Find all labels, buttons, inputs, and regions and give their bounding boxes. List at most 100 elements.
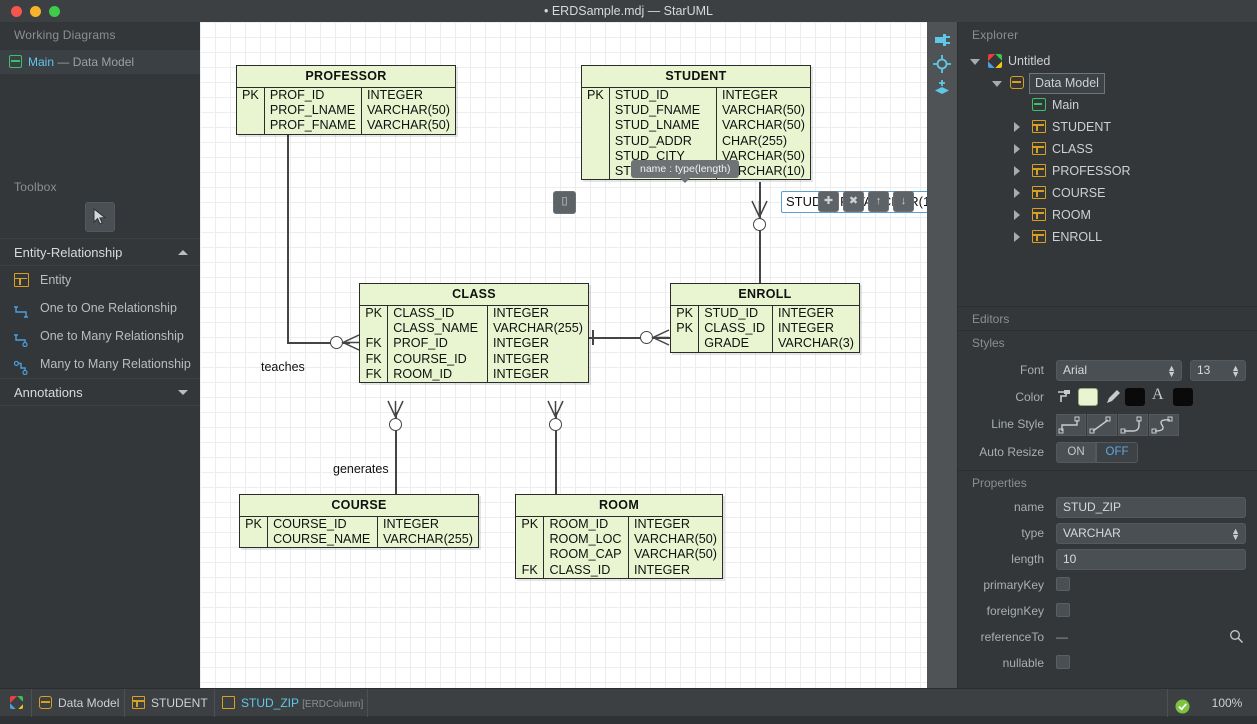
tool-entity[interactable]: Entity (0, 266, 200, 294)
property-foreignkey-checkbox[interactable] (1056, 603, 1070, 617)
twisty-collapsed-icon[interactable] (1014, 210, 1020, 220)
entity-column-row[interactable]: PKROOM_IDINTEGER (516, 517, 722, 532)
entity-column-row[interactable]: PKCOURSE_IDINTEGER (240, 517, 478, 532)
status-project-cell[interactable] (0, 689, 32, 717)
entity-column-row[interactable]: FKCOURSE_IDINTEGER (360, 352, 588, 367)
add-column-button[interactable]: ✚ (818, 191, 839, 212)
twisty-collapsed-icon[interactable] (1014, 166, 1020, 176)
column-name: CLASS_ID (388, 306, 488, 321)
explorer-node-professor[interactable]: PROFESSOR (958, 160, 1257, 182)
column-name: GRADE (699, 336, 773, 351)
entity-enroll[interactable]: ENROLLPKSTUD_IDINTEGERPKCLASS_IDINTEGERG… (670, 283, 860, 353)
explorer-node-untitled[interactable]: Untitled (958, 50, 1257, 72)
line-style-oblique-button[interactable] (1087, 414, 1117, 436)
working-diagram-item-main[interactable]: Main — Data Model (0, 50, 200, 74)
font-color-swatch[interactable] (1173, 388, 1193, 406)
column-kind-button[interactable]: ▯ (553, 191, 576, 214)
fill-color-swatch[interactable] (1078, 388, 1098, 406)
line-style-curve-button[interactable] (1149, 414, 1179, 436)
entity-column-row[interactable]: GRADEVARCHAR(3) (671, 336, 859, 351)
move-up-button[interactable]: ↑ (868, 191, 889, 212)
explorer-node-student[interactable]: STUDENT (958, 116, 1257, 138)
property-label: name (1014, 494, 1044, 520)
move-down-button[interactable]: ↓ (893, 191, 914, 212)
tool-many-to-many-relationship[interactable]: Many to Many Relationship (0, 350, 200, 378)
entity-column-row[interactable]: PKCLASS_IDINTEGER (360, 306, 588, 321)
explorer-node-main[interactable]: Main (958, 94, 1257, 116)
property-type-select[interactable]: VARCHAR▲▼ (1056, 523, 1246, 544)
twisty-collapsed-icon[interactable] (1014, 122, 1020, 132)
line-color-swatch[interactable] (1125, 388, 1145, 406)
cursor-icon[interactable] (85, 202, 115, 232)
column-key (360, 321, 388, 336)
entity-column-row[interactable]: FKPROF_IDINTEGER (360, 336, 588, 351)
toolbox-group-label: Annotations (14, 385, 83, 400)
explorer-node-enroll[interactable]: ENROLL (958, 226, 1257, 248)
entity-course[interactable]: COURSEPKCOURSE_IDINTEGERCOURSE_NAMEVARCH… (239, 494, 479, 548)
style-row-line-style: Line Style (958, 411, 1257, 437)
column-name: STUD_ADDR (609, 134, 716, 149)
line-style-rectilinear-button[interactable] (1056, 414, 1086, 436)
auto-resize-on-button[interactable]: ON (1056, 442, 1096, 463)
twisty-collapsed-icon[interactable] (1014, 232, 1020, 242)
font-family-select[interactable]: Arial ▲▼ (1056, 360, 1182, 381)
connector-professor-class[interactable] (287, 102, 289, 342)
status-zoom-level[interactable]: 100% (1197, 689, 1257, 717)
entity-column-row[interactable]: ROOM_CAPVARCHAR(50) (516, 547, 722, 562)
status-column-cell[interactable]: STUD_ZIP [ERDColumn] (215, 689, 368, 717)
entity-column-row[interactable]: PKCLASS_IDINTEGER (671, 321, 859, 336)
tool-label: Many to Many Relationship (40, 357, 191, 371)
status-datamodel-cell[interactable]: Data Model (32, 689, 125, 717)
datamodel-icon (1010, 76, 1024, 89)
toolbox-group-annotations[interactable]: Annotations (0, 378, 200, 406)
entity-column-row[interactable]: COURSE_NAMEVARCHAR(255) (240, 532, 478, 547)
entity-column-row[interactable]: PROF_LNAMEVARCHAR(50) (237, 103, 455, 118)
twisty-expanded-icon[interactable] (970, 59, 980, 65)
entity-column-row[interactable]: STUD_FNAMEVARCHAR(50) (582, 103, 810, 118)
property-nullable-checkbox[interactable] (1056, 655, 1070, 669)
property-length-input[interactable]: 10 (1056, 549, 1246, 570)
entity-room[interactable]: ROOMPKROOM_IDINTEGERROOM_LOCVARCHAR(50)R… (515, 494, 723, 579)
extension-icon[interactable] (932, 30, 952, 50)
search-icon[interactable] (1229, 629, 1244, 647)
tool-one-to-one-relationship[interactable]: One to One Relationship (0, 294, 200, 322)
status-validation-cell[interactable] (1167, 689, 1197, 717)
entity-column-row[interactable]: PROF_FNAMEVARCHAR(50) (237, 118, 455, 133)
property-primarykey-checkbox[interactable] (1056, 577, 1070, 591)
entity-column-row[interactable]: CLASS_NAMEVARCHAR(255) (360, 321, 588, 336)
entity-column-row[interactable]: STUD_ADDRCHAR(255) (582, 134, 810, 149)
status-entity-cell[interactable]: STUDENT (125, 689, 215, 717)
entity-column-row[interactable]: STUD_LNAMEVARCHAR(50) (582, 118, 810, 133)
auto-resize-off-button[interactable]: OFF (1096, 442, 1138, 463)
column-name: COURSE_ID (388, 352, 488, 367)
line-style-rounded-button[interactable] (1118, 414, 1148, 436)
property-name-input[interactable]: STUD_ZIP (1056, 497, 1246, 518)
entity-professor[interactable]: PROFESSORPKPROF_IDINTEGERPROF_LNAMEVARCH… (236, 65, 456, 135)
entity-class[interactable]: CLASSPKCLASS_IDINTEGERCLASS_NAMEVARCHAR(… (359, 283, 589, 383)
explorer-node-room[interactable]: ROOM (958, 204, 1257, 226)
entity-column-row[interactable]: FKROOM_IDINTEGER (360, 367, 588, 382)
twisty-collapsed-icon[interactable] (1014, 188, 1020, 198)
explorer-node-class[interactable]: CLASS (958, 138, 1257, 160)
entity-column-row[interactable]: PKPROF_IDINTEGER (237, 88, 455, 103)
entity-column-row[interactable]: PKSTUD_IDINTEGER (582, 88, 810, 103)
column-type: INTEGER (628, 517, 722, 532)
delete-column-button[interactable]: ✖ (843, 191, 864, 212)
pen-icon[interactable] (1104, 388, 1122, 409)
toolbox-group-entity-relationship[interactable]: Entity-Relationship (0, 238, 200, 266)
fill-bucket-icon[interactable] (1056, 388, 1074, 409)
twisty-expanded-icon[interactable] (992, 81, 1002, 87)
twisty-collapsed-icon[interactable] (1014, 144, 1020, 154)
entity-column-row[interactable]: PKSTUD_IDINTEGER (671, 306, 859, 321)
style-row-color: Color A (958, 384, 1257, 410)
explorer-node-data-model[interactable]: Data Model (958, 72, 1257, 94)
entity-column-row[interactable]: ROOM_LOCVARCHAR(50) (516, 532, 722, 547)
explorer-node-course[interactable]: COURSE (958, 182, 1257, 204)
target-icon[interactable] (932, 54, 952, 74)
font-color-icon[interactable]: A (1152, 386, 1164, 404)
add-box-icon[interactable] (932, 78, 952, 98)
diagram-canvas[interactable]: teaches generates PROFESSORPKPROF_IDINTE… (200, 22, 957, 688)
font-size-select[interactable]: 13 ▲▼ (1190, 360, 1246, 381)
entity-column-row[interactable]: FKCLASS_IDINTEGER (516, 563, 722, 578)
tool-one-to-many-relationship[interactable]: One to Many Relationship (0, 322, 200, 350)
